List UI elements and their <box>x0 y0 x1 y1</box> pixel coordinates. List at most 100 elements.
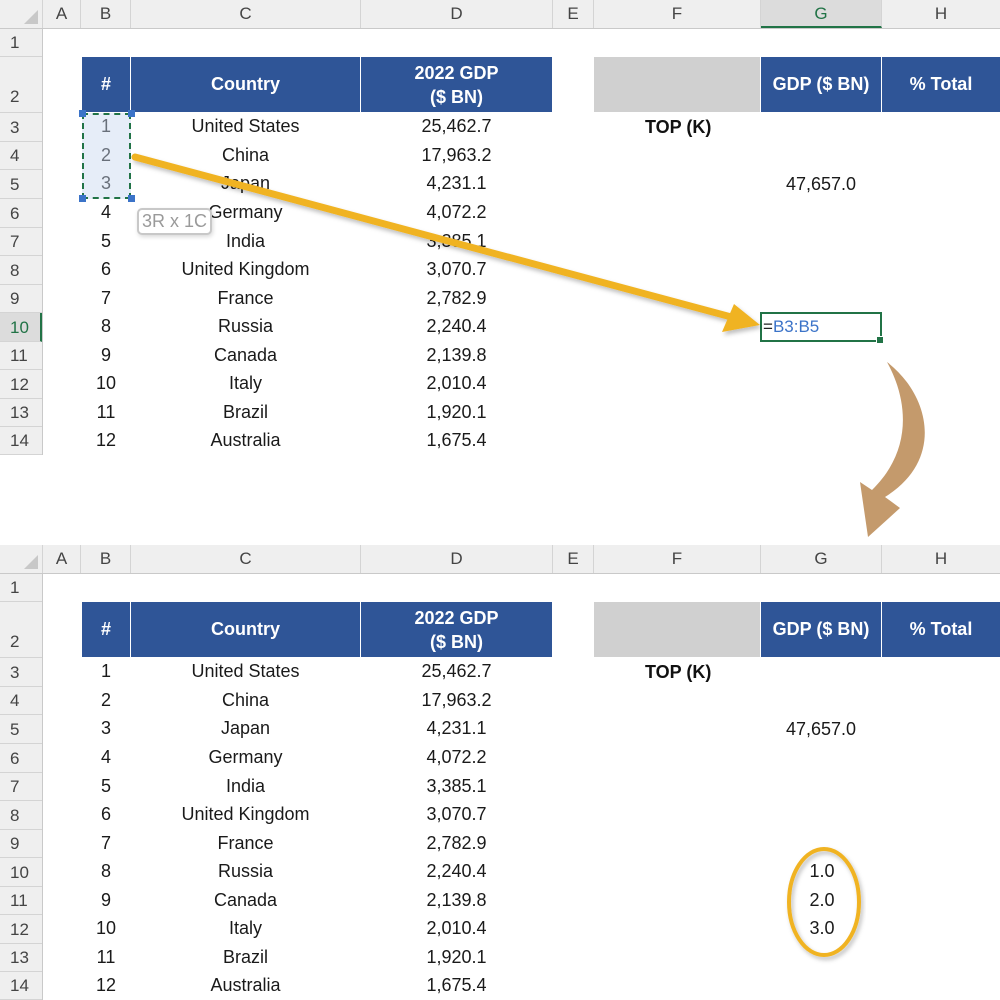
row-header-13[interactable]: 13 <box>0 399 42 427</box>
row-header-5[interactable]: 5 <box>0 170 42 199</box>
row-header-6[interactable]: 6 <box>0 744 42 773</box>
top-spreadsheet: A B C D E F G H 1 2 3 4 5 6 7 8 9 10 11 12 13 14 # Co… <box>0 0 1000 455</box>
cell-rank: 2 <box>100 690 111 710</box>
cell-gdp: 4,072.2 <box>426 747 487 767</box>
column-header-h[interactable]: H <box>882 0 1000 28</box>
column-header-e[interactable]: E <box>553 0 594 28</box>
spill-result-g10: 1.0 <box>809 861 835 881</box>
column-header-c[interactable]: C <box>131 0 361 28</box>
cell-rank: 10 <box>95 373 117 393</box>
row-header-12[interactable]: 12 <box>0 915 42 944</box>
header-pct-total: % Total <box>882 57 1000 112</box>
header-summary-gdp: GDP ($ BN) <box>761 57 881 112</box>
row-header-9[interactable]: 9 <box>0 285 42 313</box>
cell-country: Russia <box>217 316 274 336</box>
row-header-14[interactable]: 14 <box>0 427 42 455</box>
row-header-8[interactable]: 8 <box>0 801 42 830</box>
row-header-1[interactable]: 1 <box>0 29 42 57</box>
cell-rank: 4 <box>100 202 111 222</box>
cell-gdp: 2,782.9 <box>426 833 487 853</box>
cell-country: Russia <box>217 861 274 881</box>
column-header-f[interactable]: F <box>594 0 761 28</box>
row-header-4[interactable]: 4 <box>0 687 42 715</box>
row-header-2[interactable]: 2 <box>0 57 42 113</box>
row-header-7[interactable]: 7 <box>0 228 42 256</box>
row-header-10[interactable]: 10 <box>0 858 42 887</box>
row-header-3[interactable]: 3 <box>0 113 42 142</box>
cell-gdp: 1,920.1 <box>426 402 487 422</box>
row-header-13[interactable]: 13 <box>0 944 42 972</box>
column-header-d[interactable]: D <box>361 545 553 573</box>
row-header-11[interactable]: 11 <box>0 887 42 915</box>
column-header-a[interactable]: A <box>43 545 81 573</box>
row-header-4[interactable]: 4 <box>0 142 42 170</box>
select-all-corner[interactable] <box>0 545 43 573</box>
formula-edit-cell-g10[interactable]: =B3:B5 <box>760 312 884 344</box>
cell-country: United Kingdom <box>181 259 310 279</box>
cell-country: United Kingdom <box>181 804 310 824</box>
cell-rank: 11 <box>96 947 116 967</box>
select-all-corner[interactable] <box>0 0 43 28</box>
header-gdp-line2: ($ BN) <box>430 631 483 652</box>
column-header-b[interactable]: B <box>81 0 131 28</box>
cell-rank: 1 <box>100 661 111 681</box>
cell-gdp: 2,139.8 <box>426 890 487 910</box>
topk-label: TOP (K) <box>645 662 712 682</box>
spill-result-g11: 2.0 <box>809 890 835 910</box>
cell-country: Japan <box>220 173 271 193</box>
column-header-a[interactable]: A <box>43 0 81 28</box>
row-header-10[interactable]: 10 <box>0 313 42 342</box>
cell-gdp: 3,070.7 <box>426 259 487 279</box>
topk-label: TOP (K) <box>645 117 712 137</box>
header-pct-total: % Total <box>882 602 1000 657</box>
cell-gdp: 2,782.9 <box>426 288 487 308</box>
row-header-2[interactable]: 2 <box>0 602 42 658</box>
header-country: Country <box>131 57 360 112</box>
cell-gdp: 25,462.7 <box>421 116 492 136</box>
row-header-14[interactable]: 14 <box>0 972 42 1000</box>
cell-gdp: 2,010.4 <box>426 918 487 938</box>
cell-country: France <box>217 833 274 853</box>
row-header-11[interactable]: 11 <box>0 342 42 370</box>
cell-country: India <box>225 776 266 796</box>
row-header-5[interactable]: 5 <box>0 715 42 744</box>
cell-rank: 6 <box>100 259 111 279</box>
cell-rank: 11 <box>96 402 116 422</box>
column-header-e[interactable]: E <box>553 545 594 573</box>
gray-header-cell <box>594 602 760 657</box>
column-header-g[interactable]: G <box>761 545 882 573</box>
cell-gdp: 25,462.7 <box>421 661 492 681</box>
column-header-f[interactable]: F <box>594 545 761 573</box>
row-header-8[interactable]: 8 <box>0 256 42 285</box>
fill-handle[interactable] <box>876 336 884 344</box>
cell-gdp: 1,920.1 <box>426 947 487 967</box>
selection-handle[interactable] <box>128 195 135 202</box>
column-header-d[interactable]: D <box>361 0 553 28</box>
total-gdp-value: 47,657.0 <box>785 719 857 739</box>
row-header-3[interactable]: 3 <box>0 658 42 687</box>
column-header-c[interactable]: C <box>131 545 361 573</box>
header-summary-gdp: GDP ($ BN) <box>761 602 881 657</box>
row-header-7[interactable]: 7 <box>0 773 42 801</box>
gray-header-cell <box>594 57 760 112</box>
selection-handle[interactable] <box>79 110 86 117</box>
column-header-g[interactable]: G <box>761 0 882 28</box>
cell-gdp: 17,963.2 <box>421 145 492 165</box>
row-header-12[interactable]: 12 <box>0 370 42 399</box>
range-selection-b3-b5[interactable] <box>82 113 131 199</box>
cell-country: Germany <box>208 747 283 767</box>
selection-handle[interactable] <box>128 110 135 117</box>
header-gdp-line2: ($ BN) <box>430 86 483 107</box>
header-gdp: 2022 GDP ($ BN) <box>361 602 552 657</box>
selection-handle[interactable] <box>79 195 86 202</box>
row-header-6[interactable]: 6 <box>0 199 42 228</box>
formula-range-reference: B3:B5 <box>772 317 820 336</box>
cell-gdp: 3,385.1 <box>426 231 487 251</box>
cell-country: China <box>221 690 270 710</box>
row-header-1[interactable]: 1 <box>0 574 42 602</box>
column-header-b[interactable]: B <box>81 545 131 573</box>
column-header-bar: A B C D E F G H <box>0 545 1000 574</box>
column-header-bar: A B C D E F G H <box>0 0 1000 29</box>
row-header-9[interactable]: 9 <box>0 830 42 858</box>
column-header-h[interactable]: H <box>882 545 1000 573</box>
